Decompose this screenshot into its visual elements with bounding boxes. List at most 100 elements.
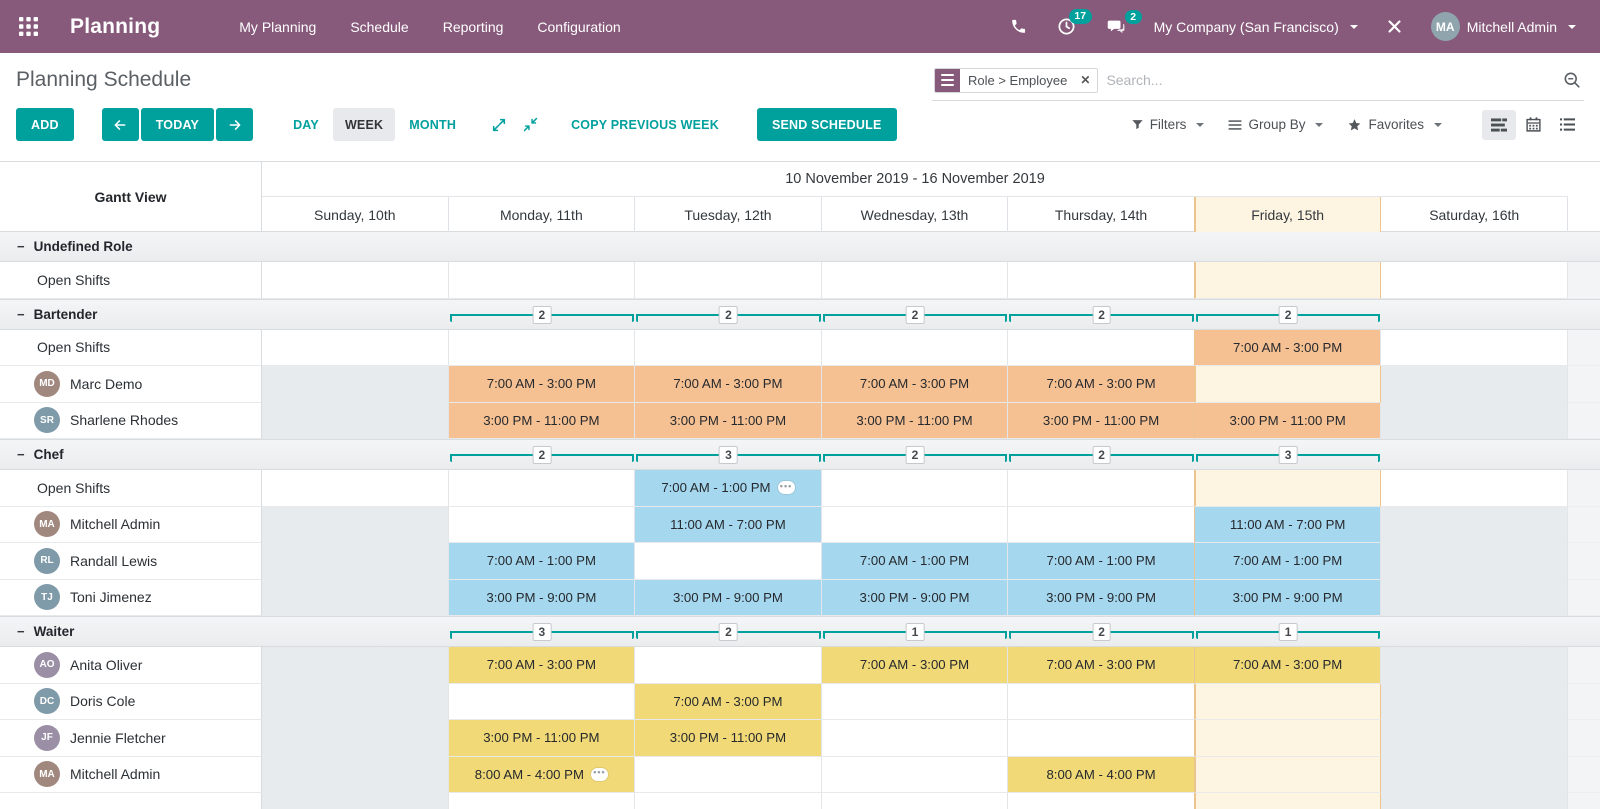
empty-cell[interactable] bbox=[262, 684, 449, 721]
shift-cell[interactable]: 3:00 PM - 11:00 PM bbox=[449, 720, 636, 757]
shift-cell[interactable]: 3:00 PM - 11:00 PM bbox=[635, 403, 822, 440]
empty-cell[interactable] bbox=[449, 262, 636, 299]
prev-week-button[interactable] bbox=[102, 108, 139, 141]
empty-cell[interactable] bbox=[262, 543, 449, 580]
shift-cell[interactable]: 8:00 AM - 4:00 PM bbox=[1008, 757, 1195, 794]
phone-icon[interactable] bbox=[1000, 12, 1037, 41]
messages-icon[interactable]: 2 bbox=[1096, 12, 1136, 42]
empty-cell[interactable] bbox=[262, 580, 449, 617]
day-header[interactable]: Thursday, 14th bbox=[1008, 197, 1195, 232]
empty-cell[interactable] bbox=[822, 330, 1009, 367]
empty-cell[interactable] bbox=[635, 262, 822, 299]
shift-cell[interactable]: 3:00 PM - 11:00 PM bbox=[449, 403, 636, 440]
empty-cell[interactable] bbox=[635, 757, 822, 794]
empty-cell[interactable] bbox=[1008, 262, 1195, 299]
add-button[interactable]: ADD bbox=[16, 108, 74, 141]
empty-cell[interactable] bbox=[1008, 507, 1195, 544]
empty-cell[interactable] bbox=[1381, 262, 1568, 299]
collapse-rows-icon[interactable] bbox=[516, 117, 545, 132]
shift-cell[interactable]: 7:00 AM - 3:00 PM bbox=[449, 647, 636, 684]
facet-remove-icon[interactable]: ✕ bbox=[1073, 69, 1097, 92]
day-header[interactable]: Sunday, 10th bbox=[262, 197, 449, 232]
shift-cell[interactable]: 7:00 AM - 3:00 PM bbox=[635, 684, 822, 721]
user-menu[interactable]: MA Mitchell Admin bbox=[1423, 6, 1584, 47]
empty-cell[interactable] bbox=[822, 470, 1009, 507]
empty-cell[interactable] bbox=[1008, 330, 1195, 367]
next-week-button[interactable] bbox=[216, 108, 253, 141]
empty-cell[interactable] bbox=[822, 507, 1009, 544]
empty-cell[interactable] bbox=[635, 793, 822, 809]
empty-cell[interactable] bbox=[635, 330, 822, 367]
menu-reporting[interactable]: Reporting bbox=[430, 11, 517, 43]
calendar-view-button[interactable] bbox=[1516, 110, 1550, 140]
menu-configuration[interactable]: Configuration bbox=[524, 11, 633, 43]
shift-cell[interactable]: 11:00 AM - 7:00 PM bbox=[1195, 507, 1382, 544]
empty-cell[interactable] bbox=[1008, 720, 1195, 757]
shift-cell[interactable]: 7:00 AM - 3:00 PM bbox=[1195, 647, 1382, 684]
empty-cell[interactable] bbox=[1381, 543, 1568, 580]
empty-cell[interactable] bbox=[262, 507, 449, 544]
empty-cell[interactable] bbox=[449, 684, 636, 721]
shift-cell[interactable]: 3:00 PM - 9:00 PM bbox=[822, 580, 1009, 617]
shift-cell[interactable]: 3:00 PM - 9:00 PM bbox=[449, 580, 636, 617]
day-header[interactable]: Friday, 15th bbox=[1195, 197, 1382, 232]
empty-cell[interactable] bbox=[1381, 580, 1568, 617]
gantt-view-button[interactable] bbox=[1482, 110, 1516, 140]
group-header-toggle[interactable]: −Chef bbox=[0, 440, 262, 469]
empty-cell[interactable] bbox=[1195, 470, 1382, 507]
shift-cell[interactable]: 7:00 AM - 1:00 PM bbox=[1195, 543, 1382, 580]
filters-dropdown[interactable]: Filters bbox=[1121, 111, 1215, 138]
empty-cell[interactable] bbox=[1381, 507, 1568, 544]
empty-cell[interactable] bbox=[1195, 793, 1382, 809]
empty-cell[interactable] bbox=[822, 262, 1009, 299]
empty-cell[interactable] bbox=[822, 720, 1009, 757]
search-input[interactable] bbox=[1098, 67, 1562, 93]
empty-cell[interactable] bbox=[262, 647, 449, 684]
empty-cell[interactable] bbox=[262, 262, 449, 299]
empty-cell[interactable] bbox=[1381, 684, 1568, 721]
empty-cell[interactable] bbox=[262, 757, 449, 794]
empty-cell[interactable] bbox=[1381, 647, 1568, 684]
favorites-dropdown[interactable]: Favorites bbox=[1337, 111, 1452, 138]
empty-cell[interactable] bbox=[262, 330, 449, 367]
activities-icon[interactable]: 17 bbox=[1047, 11, 1086, 42]
shift-cell[interactable]: 7:00 AM - 3:00 PM bbox=[1195, 330, 1382, 367]
empty-cell[interactable] bbox=[822, 757, 1009, 794]
empty-cell[interactable] bbox=[635, 543, 822, 580]
empty-cell[interactable] bbox=[262, 403, 449, 440]
menu-schedule[interactable]: Schedule bbox=[337, 11, 421, 43]
empty-cell[interactable] bbox=[449, 470, 636, 507]
shift-cell[interactable]: 7:00 AM - 3:00 PM bbox=[822, 366, 1009, 403]
search-icon[interactable] bbox=[1562, 70, 1582, 90]
shift-cell[interactable]: 7:00 AM - 3:00 PM bbox=[635, 366, 822, 403]
empty-cell[interactable] bbox=[635, 647, 822, 684]
expand-rows-icon[interactable] bbox=[484, 117, 514, 133]
day-header[interactable]: Wednesday, 13th bbox=[822, 197, 1009, 232]
empty-cell[interactable] bbox=[822, 684, 1009, 721]
shift-cell[interactable]: 7:00 AM - 3:00 PM bbox=[1008, 647, 1195, 684]
shift-cell[interactable]: 3:00 PM - 11:00 PM bbox=[1195, 403, 1382, 440]
empty-cell[interactable] bbox=[1195, 684, 1382, 721]
shift-cell[interactable]: 3:00 PM - 11:00 PM bbox=[1008, 403, 1195, 440]
group-header-toggle[interactable]: −Waiter bbox=[0, 617, 262, 646]
day-header[interactable]: Monday, 11th bbox=[449, 197, 636, 232]
empty-cell[interactable] bbox=[1195, 757, 1382, 794]
empty-cell[interactable] bbox=[1381, 793, 1568, 809]
company-switcher[interactable]: My Company (San Francisco) bbox=[1146, 13, 1366, 41]
app-brand[interactable]: Planning bbox=[70, 15, 160, 39]
send-schedule-button[interactable]: SEND SCHEDULE bbox=[757, 108, 897, 141]
copy-previous-week-button[interactable]: COPY PREVIOUS WEEK bbox=[561, 108, 729, 141]
empty-cell[interactable] bbox=[1195, 262, 1382, 299]
shift-cell[interactable]: 3:00 PM - 11:00 PM bbox=[822, 403, 1009, 440]
empty-cell[interactable] bbox=[262, 720, 449, 757]
empty-cell[interactable] bbox=[262, 366, 449, 403]
shift-cell[interactable]: 7:00 AM - 1:00 PM••• bbox=[635, 470, 822, 507]
shift-cell[interactable]: 11:00 AM - 7:00 PM bbox=[635, 507, 822, 544]
shift-cell[interactable]: 7:00 AM - 3:00 PM bbox=[822, 647, 1009, 684]
shift-cell[interactable]: 7:00 AM - 1:00 PM bbox=[1008, 543, 1195, 580]
empty-cell[interactable] bbox=[1381, 330, 1568, 367]
tools-icon[interactable] bbox=[1376, 12, 1413, 41]
shift-cell[interactable]: 3:00 PM - 11:00 PM bbox=[635, 720, 822, 757]
shift-cell[interactable]: 3:00 PM - 9:00 PM bbox=[1008, 580, 1195, 617]
empty-cell[interactable] bbox=[1381, 757, 1568, 794]
